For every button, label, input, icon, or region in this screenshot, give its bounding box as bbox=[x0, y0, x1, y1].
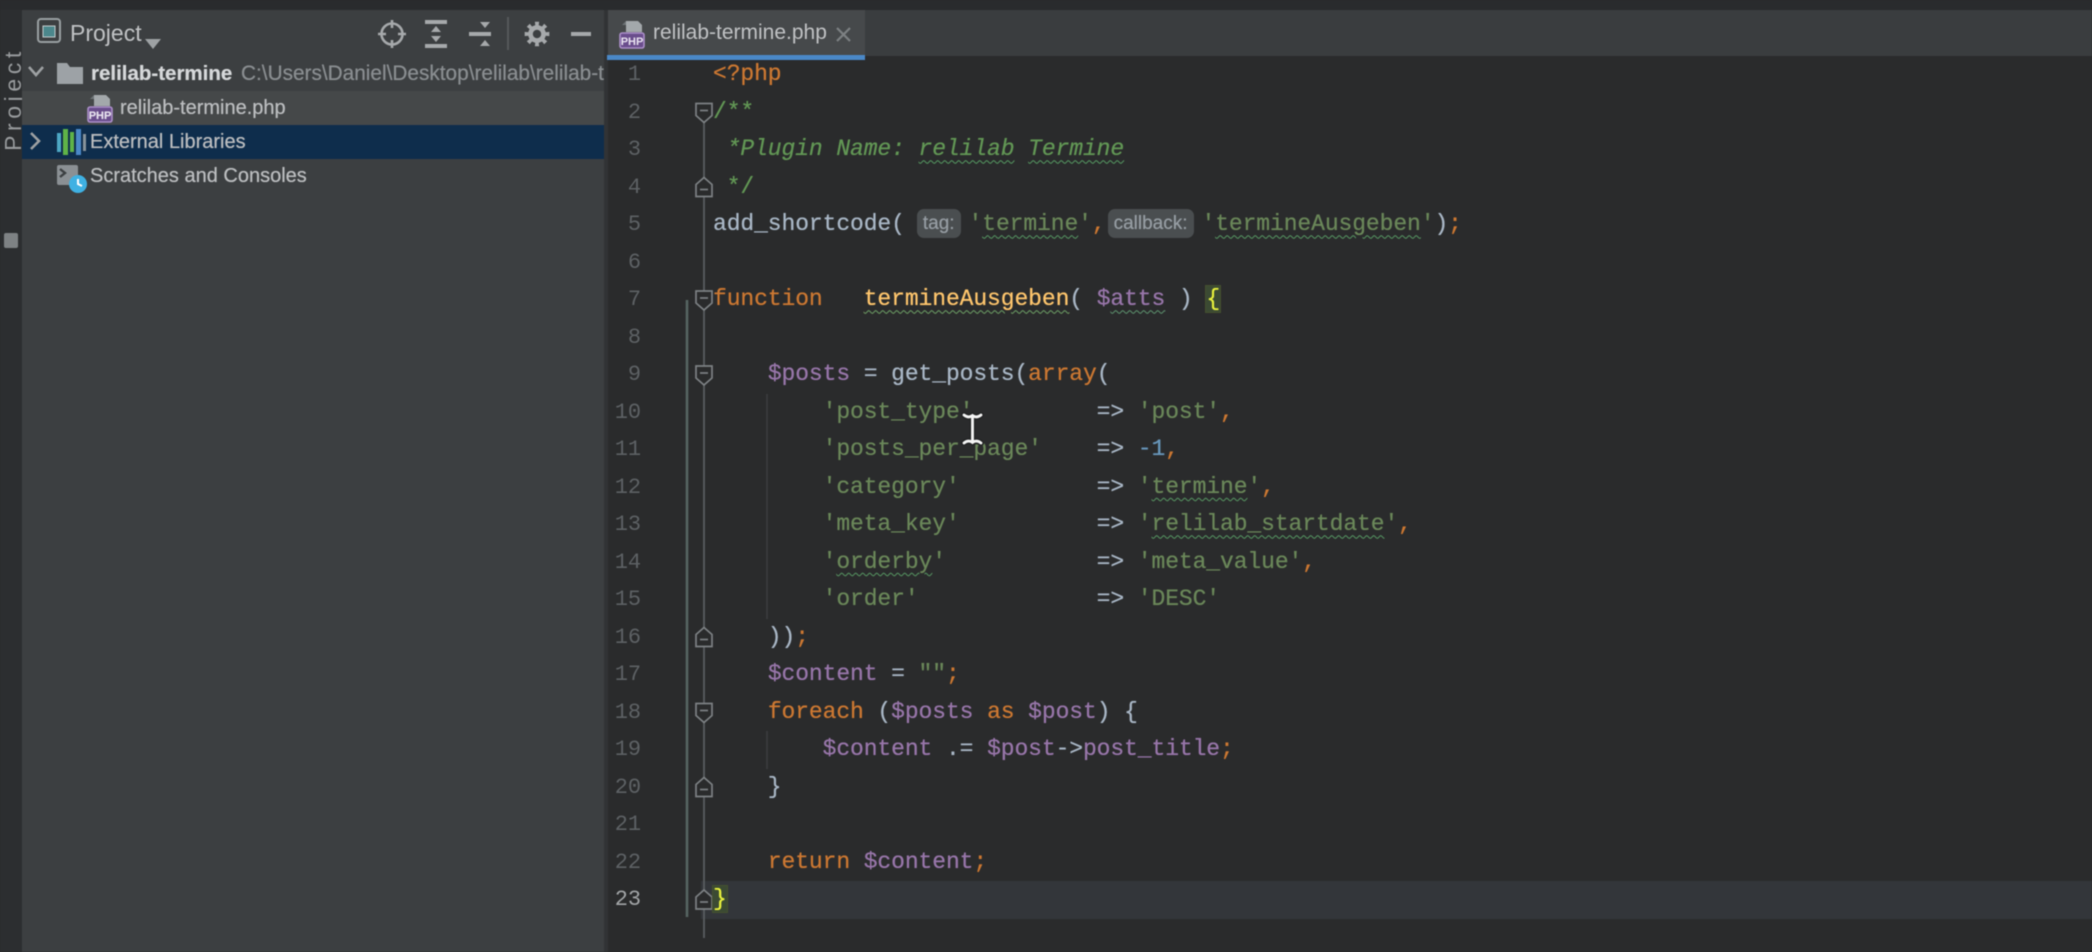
svg-text:PHP: PHP bbox=[89, 110, 112, 122]
svg-text:Project: Project bbox=[70, 20, 142, 46]
